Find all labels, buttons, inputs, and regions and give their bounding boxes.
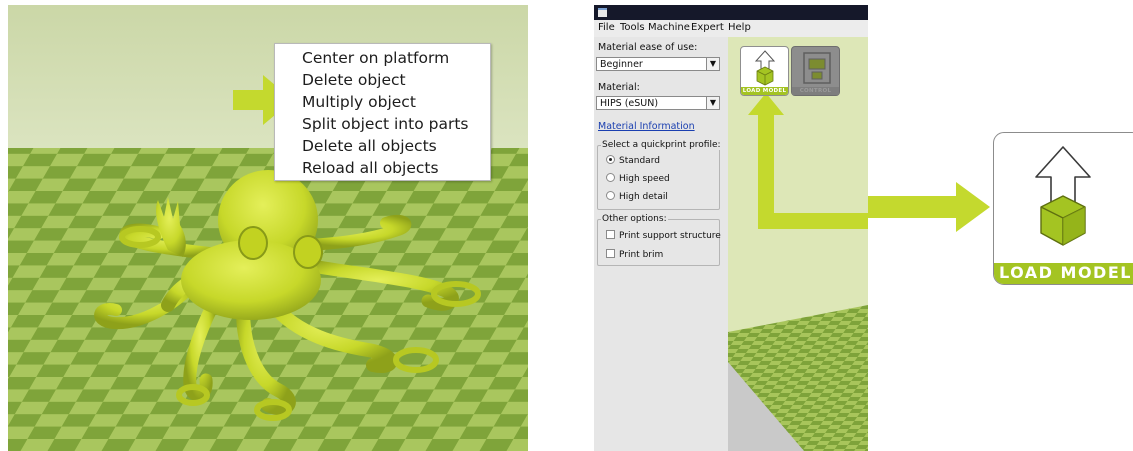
profile-high-speed-label: High speed [619,174,670,184]
control-button[interactable]: CONTROL [791,46,840,96]
checkbox-icon[interactable] [606,230,615,239]
material-value: HIPS (eSUN) [600,98,659,109]
chevron-down-icon[interactable]: ▼ [706,96,720,110]
connector-arrow [868,182,990,232]
material-label: Material: [598,82,640,93]
load-model-button-label: LOAD MODEL [741,87,788,95]
radio-icon[interactable] [606,191,615,200]
left-3d-viewport[interactable]: Center on platform Delete object Multipl… [8,5,528,451]
load-model-icon-enlarged: LOAD MODEL [993,132,1133,285]
load-model-cube-icon [1035,146,1091,246]
control-button-label: CONTROL [792,87,839,95]
profile-high-speed[interactable]: High speed [606,173,670,184]
chevron-down-icon[interactable]: ▼ [706,57,720,71]
cura-3d-view[interactable]: LOAD MODEL CONTROL [728,37,868,451]
ease-of-use-label: Material ease of use: [598,42,698,53]
option-print-support[interactable]: Print support structure [606,230,721,241]
menu-expert[interactable]: Expert [691,22,724,33]
radio-selected-icon[interactable] [606,155,615,164]
radio-icon[interactable] [606,173,615,182]
option-print-brim[interactable]: Print brim [606,249,663,260]
printer-icon [803,52,831,84]
app-window-icon [598,8,607,17]
settings-side-panel: Material ease of use: Beginner ▼ Materia… [594,37,728,451]
menu-machine[interactable]: Machine [648,22,690,33]
profile-standard[interactable]: Standard [606,155,660,166]
window-titlebar[interactable] [594,5,868,20]
menu-item-delete-object[interactable]: Delete object [275,69,490,91]
load-model-button[interactable]: LOAD MODEL [740,46,789,96]
option-print-support-label: Print support structure [619,231,721,241]
menu-file[interactable]: File [598,22,615,33]
menu-item-split-object[interactable]: Split object into parts [275,113,490,135]
material-information-link[interactable]: Material Information [598,121,695,132]
menu-item-reload-all-objects[interactable]: Reload all objects [275,157,490,179]
other-options-title: Other options: [601,214,668,224]
cura-scene-graphic [728,37,868,451]
cura-window: File Tools Machine Expert Help Material … [594,5,868,451]
menu-bar: File Tools Machine Expert Help [594,20,868,37]
profile-high-detail[interactable]: High detail [606,191,668,202]
menu-item-center-on-platform[interactable]: Center on platform [275,47,490,69]
load-model-label: LOAD MODEL [999,263,1132,282]
profile-standard-label: Standard [619,156,660,166]
menu-item-delete-all-objects[interactable]: Delete all objects [275,135,490,157]
profile-high-detail-label: High detail [619,192,668,202]
quickprint-profile-title: Select a quickprint profile: [601,140,722,150]
ease-of-use-select[interactable]: Beginner ▼ [596,57,720,71]
material-select[interactable]: HIPS (eSUN) ▼ [596,96,720,110]
menu-help[interactable]: Help [728,22,751,33]
ease-of-use-value: Beginner [600,59,643,70]
load-model-icon [754,50,776,86]
quickprint-profile-group: Select a quickprint profile: Standard Hi… [597,140,722,210]
object-context-menu: Center on platform Delete object Multipl… [274,43,491,181]
checkbox-icon[interactable] [606,249,615,258]
menu-tools[interactable]: Tools [620,22,645,33]
other-options-group: Other options: Print support structure P… [597,214,721,266]
menu-item-multiply-object[interactable]: Multiply object [275,91,490,113]
option-print-brim-label: Print brim [619,250,664,260]
